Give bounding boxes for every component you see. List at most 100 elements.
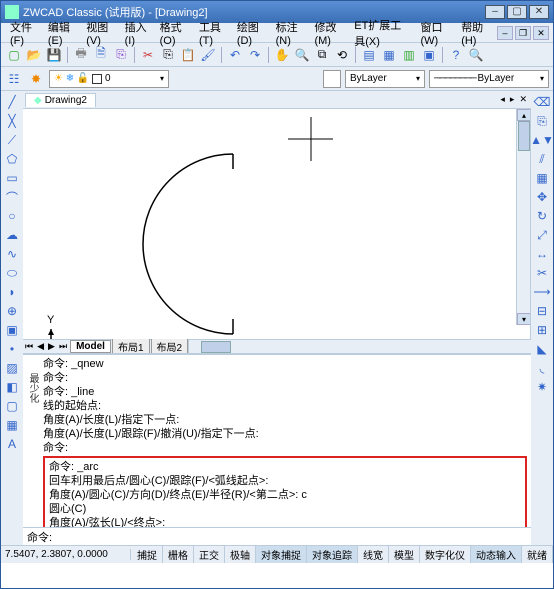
tab-prev-icon[interactable]: ◂ (498, 94, 507, 105)
search-icon[interactable]: 🔍 (467, 46, 485, 64)
help-icon[interactable]: ? (447, 46, 465, 64)
copy2-icon[interactable]: ⎘ (533, 112, 551, 130)
polygon-icon[interactable]: ⬠ (3, 150, 21, 168)
explode-icon[interactable]: ✷ (533, 378, 551, 396)
menu-modify[interactable]: 修改(M) (309, 17, 349, 49)
trim-icon[interactable]: ✂ (533, 264, 551, 282)
spline-icon[interactable]: ∿ (3, 245, 21, 263)
tab-model[interactable]: Model (70, 340, 111, 353)
tab-right-icon[interactable]: ▶ (46, 341, 57, 352)
menu-window[interactable]: 窗口(W) (415, 17, 456, 49)
block-icon[interactable]: ▣ (3, 321, 21, 339)
status-tablet[interactable]: 数字化仪 (420, 546, 471, 563)
revcloud-icon[interactable]: ☁ (3, 226, 21, 244)
extend-icon[interactable]: ⟶ (533, 283, 551, 301)
paste-icon[interactable]: 📋 (179, 46, 197, 64)
save-icon[interactable]: 💾 (45, 46, 63, 64)
scale-icon[interactable]: ⤢ (533, 226, 551, 244)
join-icon[interactable]: ⊞ (533, 321, 551, 339)
tab-left-icon[interactable]: ◀ (35, 341, 46, 352)
layer-select[interactable]: ☀ ❄ 🔓 0▾ (49, 70, 169, 88)
fillet-icon[interactable]: ◟ (533, 359, 551, 377)
table-icon[interactable]: ▦ (3, 416, 21, 434)
hscroll-thumb[interactable] (201, 341, 231, 353)
move-icon[interactable]: ✥ (533, 188, 551, 206)
chamfer-icon[interactable]: ◣ (533, 340, 551, 358)
zoom-rt-icon[interactable]: 🔍 (293, 46, 311, 64)
arc-icon[interactable]: ⌒ (3, 188, 21, 206)
region-icon[interactable]: ▢ (3, 397, 21, 415)
command-input[interactable] (56, 530, 527, 543)
linetype-select[interactable]: ──────── ByLayer▾ (429, 70, 549, 88)
rect-icon[interactable]: ▭ (3, 169, 21, 187)
mirror-icon[interactable]: ▲▼ (533, 131, 551, 149)
ellipsearc-icon[interactable]: ◗ (3, 283, 21, 301)
point-icon[interactable]: • (3, 340, 21, 358)
cut-icon[interactable]: ✂ (139, 46, 157, 64)
zoom-win-icon[interactable]: ⧉ (313, 46, 331, 64)
insert-icon[interactable]: ⊕ (3, 302, 21, 320)
tab-first-icon[interactable]: ⏮ (23, 341, 35, 352)
line-icon[interactable]: ╱ (3, 93, 21, 111)
mdi-restore[interactable]: ❐ (515, 26, 531, 40)
dcenter-icon[interactable]: ▦ (380, 46, 398, 64)
new-icon[interactable]: ▢ (5, 46, 23, 64)
color-swatch[interactable] (323, 70, 341, 88)
status-osnap[interactable]: 对象捕捉 (256, 546, 307, 563)
preview-icon[interactable]: 🗎 (92, 46, 110, 64)
undo-icon[interactable]: ↶ (226, 46, 244, 64)
copy-icon[interactable]: ⎘ (159, 46, 177, 64)
offset-icon[interactable]: ⫽ (533, 150, 551, 168)
calc-icon[interactable]: ▣ (420, 46, 438, 64)
doc-tab-drawing2[interactable]: ◆ Drawing2 (25, 93, 96, 107)
array-icon[interactable]: ▦ (533, 169, 551, 187)
color-select[interactable]: ByLayer▾ (345, 70, 425, 88)
menu-tools[interactable]: 工具(T) (194, 17, 232, 49)
redo-icon[interactable]: ↷ (246, 46, 264, 64)
ellipse-icon[interactable]: ⬭ (3, 264, 21, 282)
menu-file[interactable]: 文件(F) (5, 17, 43, 49)
status-polar[interactable]: 极轴 (225, 546, 256, 563)
break-icon[interactable]: ⊟ (533, 302, 551, 320)
zoom-prev-icon[interactable]: ⟲ (333, 46, 351, 64)
status-otrack[interactable]: 对象追踪 (307, 546, 358, 563)
vscroll-thumb[interactable] (518, 121, 530, 151)
xline-icon[interactable]: ╳ (3, 112, 21, 130)
open-icon[interactable]: 📂 (25, 46, 43, 64)
menu-format[interactable]: 格式(O) (155, 17, 194, 49)
close-button[interactable]: ✕ (529, 5, 549, 19)
match-icon[interactable]: 🖌 (199, 46, 217, 64)
gradient-icon[interactable]: ◧ (3, 378, 21, 396)
menu-draw[interactable]: 绘图(D) (232, 17, 271, 49)
status-ortho[interactable]: 正交 (194, 546, 225, 563)
pline-icon[interactable]: ⟋ (3, 131, 21, 149)
menu-dim[interactable]: 标注(N) (271, 17, 310, 49)
rotate-icon[interactable]: ↻ (533, 207, 551, 225)
scroll-up-icon[interactable]: ▴ (517, 109, 531, 121)
publish-icon[interactable]: ⎘ (112, 46, 130, 64)
scroll-down-icon[interactable]: ▾ (517, 313, 531, 325)
layer-manager-icon[interactable]: ☷ (5, 70, 23, 88)
stretch-icon[interactable]: ↔ (533, 245, 551, 263)
props-icon[interactable]: ▤ (360, 46, 378, 64)
menu-insert[interactable]: 插入(I) (120, 17, 155, 49)
palette-icon[interactable]: ▥ (400, 46, 418, 64)
print-icon[interactable]: 🖶 (72, 46, 90, 64)
erase-icon[interactable]: ⌫ (533, 93, 551, 111)
status-dyn[interactable]: 动态输入 (471, 546, 522, 563)
maximize-button[interactable]: ▢ (507, 5, 527, 19)
layer-state-icon[interactable]: ✸ (27, 70, 45, 88)
hatch-icon[interactable]: ▨ (3, 359, 21, 377)
command-history[interactable]: 最少化 命令: _qnew 命令: 命令: _line 线的起始点: 角度(A)… (23, 353, 531, 527)
tab-next-icon[interactable]: ▸ (508, 94, 517, 105)
drawing-canvas[interactable]: X Y ▴ ▾ (23, 109, 531, 339)
mdi-close[interactable]: ✕ (533, 26, 549, 40)
circle-icon[interactable]: ○ (3, 207, 21, 225)
mtext-icon[interactable]: A (3, 435, 21, 453)
mdi-minimize[interactable]: – (497, 26, 513, 40)
status-grid[interactable]: 栅格 (163, 546, 194, 563)
pan-icon[interactable]: ✋ (273, 46, 291, 64)
vertical-scrollbar[interactable]: ▴ ▾ (516, 109, 530, 325)
tab-close-icon[interactable]: ✕ (517, 94, 529, 105)
tab-last-icon[interactable]: ⏭ (57, 341, 69, 352)
